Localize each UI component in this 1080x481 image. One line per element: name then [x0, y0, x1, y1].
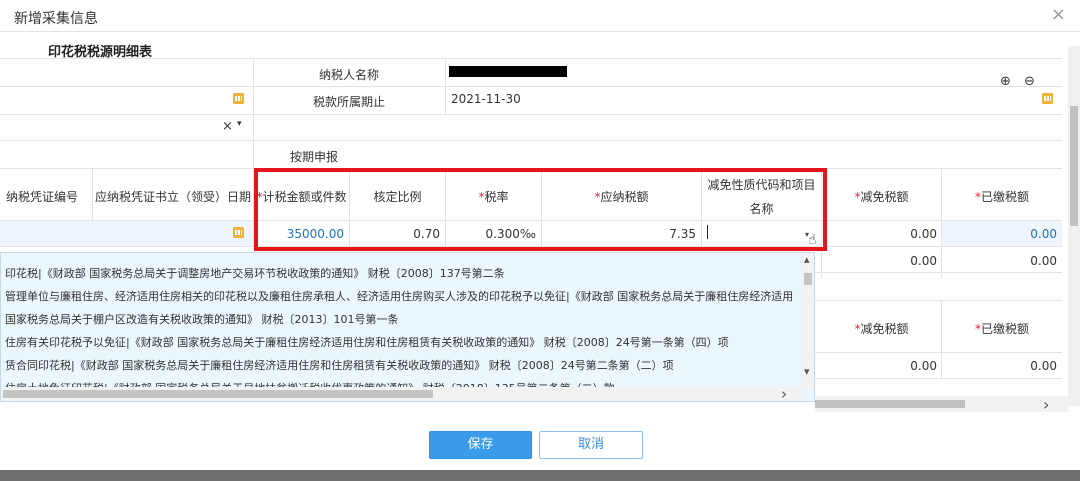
scroll-right-icon[interactable]: ›: [781, 385, 787, 401]
taxpayer-name-redacted: [449, 66, 567, 77]
total-relief-amount: 0.00: [910, 254, 937, 268]
calendar-icon[interactable]: [1042, 93, 1053, 104]
dialog-title: 新增采集信息: [14, 11, 98, 27]
section2-relief-amount: 0.00: [910, 359, 937, 373]
scroll-down-icon[interactable]: ▾: [804, 365, 810, 378]
dropdown-option[interactable]: 住房有关印花税予以免征|《财政部 国家税务总局关于廉租住房经济适用住房和住房租赁…: [5, 334, 729, 350]
dialog-vertical-scrollbar[interactable]: [1068, 46, 1080, 406]
paid-amount-value[interactable]: 0.00: [942, 227, 1057, 241]
form-line: [0, 140, 1062, 141]
tax-period-label: 税款所属期止: [312, 95, 385, 109]
dropdown-option[interactable]: 赁合同印花税|《财政部 国家税务总局关于廉租住房经济适用住房和住房租赁有关税收政…: [5, 357, 674, 373]
scroll-right-icon[interactable]: ›: [1043, 395, 1049, 414]
table-line: [815, 272, 1062, 273]
header-relief-amount: *减免税额: [854, 190, 909, 204]
section2-paid-header: *已缴税额: [974, 322, 1029, 336]
backdrop-strip: [0, 470, 1080, 481]
scrollbar-thumb[interactable]: [804, 273, 812, 285]
calendar-icon[interactable]: [233, 93, 244, 104]
cancel-button[interactable]: 取消: [539, 431, 643, 459]
header-voucher-date: 应纳税凭证书立（领受）日期: [94, 190, 251, 204]
scroll-up-icon[interactable]: ▴: [804, 253, 810, 266]
taxpayer-name-label: 纳税人名称: [318, 68, 379, 82]
scrollbar-thumb[interactable]: [3, 390, 433, 398]
table-line: [815, 352, 1062, 353]
scrollbar-thumb[interactable]: [815, 400, 965, 408]
total-paid-amount: 0.00: [1030, 254, 1057, 268]
section2-relief-header: *减免税额: [854, 322, 909, 336]
relief-code-dropdown[interactable]: 印花税|《财政部 国家税务总局关于调整房地产交易环节税收政策的通知》 财税〔20…: [0, 252, 815, 402]
save-button[interactable]: 保存: [429, 431, 532, 459]
close-icon[interactable]: ×: [1051, 4, 1066, 25]
title-divider: [0, 31, 1080, 32]
dropdown-option[interactable]: 国家税务总局关于棚户区改造有关税收政策的通知》 财税〔2013〕101号第一条: [5, 311, 398, 327]
table-line: [815, 300, 1062, 301]
header-voucher-no: 纳税凭证编号: [6, 190, 79, 204]
table-horizontal-scrollbar[interactable]: ›: [815, 395, 1068, 414]
dialog: 新增采集信息 × 印花税税源明细表 ⊕ ⊖ 纳税人名称 税款所属期止 2021-…: [0, 0, 1080, 470]
dropdown-option[interactable]: 管理单位与廉租住房、经济适用住房相关的印花税以及廉租住房承租人、经济适用住房购买…: [5, 288, 793, 304]
row-shade: [0, 221, 253, 246]
section2-paid-amount: 0.00: [1030, 359, 1057, 373]
form-line: [0, 58, 1062, 59]
scrollbar-thumb[interactable]: [1070, 106, 1078, 226]
calendar-icon[interactable]: [233, 227, 244, 238]
relief-amount-value: 0.00: [910, 227, 937, 241]
form-line: [0, 114, 1062, 115]
form-line: [445, 58, 446, 114]
table-line: [815, 378, 1062, 379]
header-paid-amount: *已缴税额: [974, 190, 1029, 204]
chevron-down-icon[interactable]: ▾: [237, 119, 242, 129]
form-line: [0, 86, 1062, 87]
clear-icon[interactable]: ×: [222, 119, 233, 134]
dropdown-option[interactable]: 印花税|《财政部 国家税务总局关于调整房地产交易环节税收政策的通知》 财税〔20…: [5, 265, 505, 281]
periodic-label: 按期申报: [289, 150, 338, 164]
dropdown-horizontal-scrollbar[interactable]: ›: [1, 385, 802, 401]
tax-period-value[interactable]: 2021-11-30: [451, 92, 521, 106]
dropdown-vertical-scrollbar[interactable]: ▴ ▾: [802, 253, 814, 389]
highlight-box: [254, 168, 827, 251]
